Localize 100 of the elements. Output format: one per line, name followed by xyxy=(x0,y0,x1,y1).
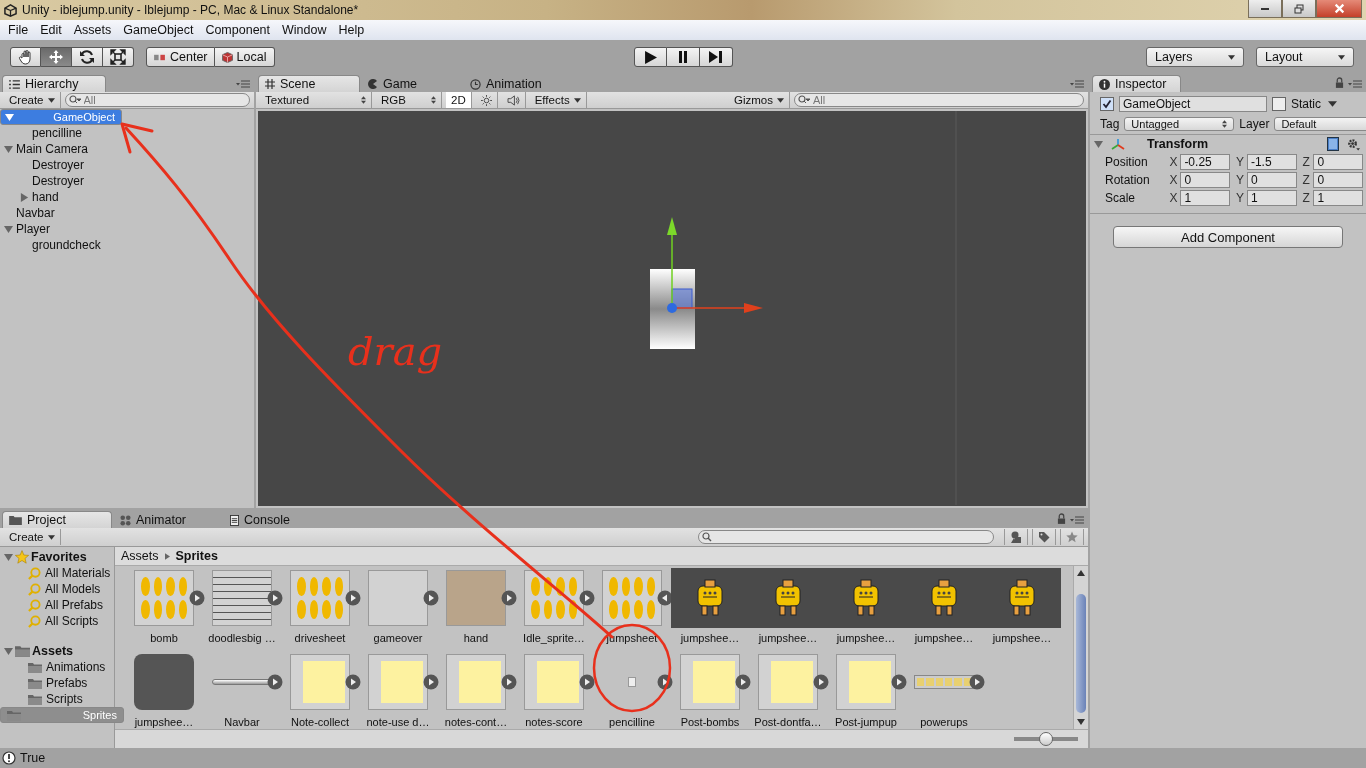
expand-arrow-icon[interactable] xyxy=(1094,139,1103,149)
asset-name[interactable]: notes-cont… xyxy=(444,716,508,729)
asset-name[interactable]: drivesheet xyxy=(294,632,346,645)
search-field[interactable] xyxy=(698,530,994,544)
hierarchy-item[interactable]: Navbar xyxy=(0,205,254,221)
asset-name[interactable]: gameover xyxy=(373,632,423,645)
lock-icon[interactable] xyxy=(1057,513,1066,524)
asset-name[interactable]: jumpshee… xyxy=(758,632,818,645)
note-thumbnail[interactable] xyxy=(368,654,428,710)
rotate-tool-button[interactable] xyxy=(72,47,103,67)
panel-menu-icon[interactable] xyxy=(1348,80,1362,88)
filter-by-type-button[interactable] xyxy=(1004,529,1028,545)
create-dropdown[interactable]: Create xyxy=(4,92,61,108)
tree-section[interactable]: Assets xyxy=(0,643,114,659)
breadcrumb-item[interactable]: Sprites xyxy=(175,549,218,563)
expand-arrow-icon[interactable] xyxy=(4,144,13,154)
asset-name[interactable]: jumpshee… xyxy=(680,632,740,645)
asset-name[interactable]: notes-score xyxy=(525,716,583,729)
asset-name[interactable]: jumpsheet xyxy=(606,632,658,645)
help-book-icon[interactable] xyxy=(1327,137,1339,151)
asset-name[interactable]: doodlesbig … xyxy=(208,632,276,645)
static-checkbox[interactable] xyxy=(1272,97,1286,111)
view-tab[interactable]: Game xyxy=(362,76,462,92)
number-field[interactable]: -1.5 xyxy=(1246,154,1297,170)
breadcrumb-item[interactable]: Assets xyxy=(121,549,159,563)
tree-item[interactable]: Prefabs xyxy=(0,675,114,691)
sprite-thumbnail[interactable] xyxy=(368,570,428,626)
hierarchy-tab[interactable]: Hierarchy xyxy=(2,75,106,92)
asset-name[interactable]: jumpshee… xyxy=(836,632,896,645)
lock-icon[interactable] xyxy=(1335,77,1344,88)
create-dropdown[interactable]: Create xyxy=(4,529,61,545)
tree-item[interactable]: All Scripts xyxy=(0,613,114,629)
number-field[interactable]: 0 xyxy=(1313,154,1364,170)
asset-name[interactable]: Post-jumpup xyxy=(835,716,897,729)
asset-name[interactable]: bomb xyxy=(150,632,178,645)
center-toggle[interactable]: Center xyxy=(146,47,215,67)
layers-dropdown[interactable]: Layers xyxy=(1146,47,1244,67)
color-mode-dropdown[interactable]: RGB xyxy=(376,92,442,108)
note-thumbnail[interactable] xyxy=(836,654,896,710)
note-thumbnail[interactable] xyxy=(680,654,740,710)
sprite-sheet-thumbnail[interactable] xyxy=(602,570,662,626)
note-thumbnail[interactable] xyxy=(524,654,584,710)
tree-item[interactable]: Scripts xyxy=(0,691,114,707)
expand-arrow-icon[interactable] xyxy=(5,112,14,122)
asset-name[interactable]: Post-dontfa… xyxy=(754,716,822,729)
move-tool-button[interactable] xyxy=(41,47,72,67)
number-field[interactable]: 1 xyxy=(1180,190,1230,206)
scale-tool-button[interactable] xyxy=(103,47,134,67)
layer-dropdown[interactable]: Default xyxy=(1274,117,1366,131)
panel-tab[interactable]: Project xyxy=(2,511,112,528)
menu-item[interactable]: GameObject xyxy=(117,23,200,37)
number-field[interactable]: 0 xyxy=(1246,172,1297,188)
tree-item[interactable]: All Prefabs xyxy=(0,597,114,613)
gizmos-dropdown[interactable]: Gizmos xyxy=(729,92,790,108)
asset-name[interactable]: jumpshee… xyxy=(134,716,194,729)
expand-arrow-icon[interactable] xyxy=(20,192,29,202)
menu-item[interactable]: Assets xyxy=(67,23,118,37)
panel-menu-icon[interactable] xyxy=(1070,80,1084,88)
number-field[interactable]: 0 xyxy=(1180,172,1230,188)
asset-name[interactable]: powerups xyxy=(920,716,968,729)
search-field[interactable]: All xyxy=(64,93,250,107)
effects-dropdown[interactable]: Effects xyxy=(529,92,587,108)
tree-item[interactable]: Animations xyxy=(0,659,114,675)
sprite-sheet-thumbnail[interactable] xyxy=(134,570,194,626)
asset-name[interactable]: Idle_sprite… xyxy=(523,632,585,645)
settings-icon[interactable] xyxy=(1347,137,1360,151)
panel-menu-icon[interactable] xyxy=(1070,516,1084,524)
asset-name[interactable]: hand xyxy=(463,632,489,645)
asset-name[interactable]: jumpshee… xyxy=(914,632,974,645)
menu-item[interactable]: Edit xyxy=(34,23,68,37)
add-component-button[interactable]: Add Component xyxy=(1113,226,1343,248)
play-button[interactable] xyxy=(633,47,667,67)
view-tab[interactable]: Scene xyxy=(258,75,360,92)
scrollbar-thumb[interactable] xyxy=(1076,594,1086,713)
close-button[interactable] xyxy=(1316,0,1362,18)
sprite-thumbnail[interactable] xyxy=(628,677,636,687)
tree-item[interactable]: All Models xyxy=(0,581,114,597)
tree-item[interactable]: All Materials xyxy=(0,565,114,581)
filter-by-label-button[interactable] xyxy=(1032,529,1056,545)
menu-item[interactable]: Window xyxy=(276,23,333,37)
sprite-thumbnail[interactable] xyxy=(134,654,194,710)
asset-name[interactable]: note-use d… xyxy=(366,716,430,729)
hierarchy-item[interactable]: hand xyxy=(0,189,254,205)
hierarchy-item[interactable]: GameObject xyxy=(0,109,122,125)
note-thumbnail[interactable] xyxy=(290,654,350,710)
search-field[interactable]: All xyxy=(794,93,1084,107)
render-mode-dropdown[interactable]: Textured xyxy=(260,92,372,108)
icon-strip-thumbnail[interactable] xyxy=(914,675,974,689)
layout-dropdown[interactable]: Layout xyxy=(1256,47,1354,67)
expand-arrow-icon[interactable] xyxy=(4,552,13,562)
note-thumbnail[interactable] xyxy=(758,654,818,710)
slider-thumb[interactable] xyxy=(1039,732,1053,746)
hierarchy-item[interactable]: Main Camera xyxy=(0,141,254,157)
panel-tab[interactable]: Console xyxy=(224,512,332,528)
menu-item[interactable]: Help xyxy=(332,23,371,37)
hierarchy-item[interactable]: groundcheck xyxy=(0,237,254,253)
hierarchy-item[interactable]: Destroyer xyxy=(0,157,254,173)
panel-menu-icon[interactable] xyxy=(236,80,250,88)
tree-section[interactable]: Favorites xyxy=(0,549,114,565)
asset-name[interactable]: Post-bombs xyxy=(680,716,740,729)
